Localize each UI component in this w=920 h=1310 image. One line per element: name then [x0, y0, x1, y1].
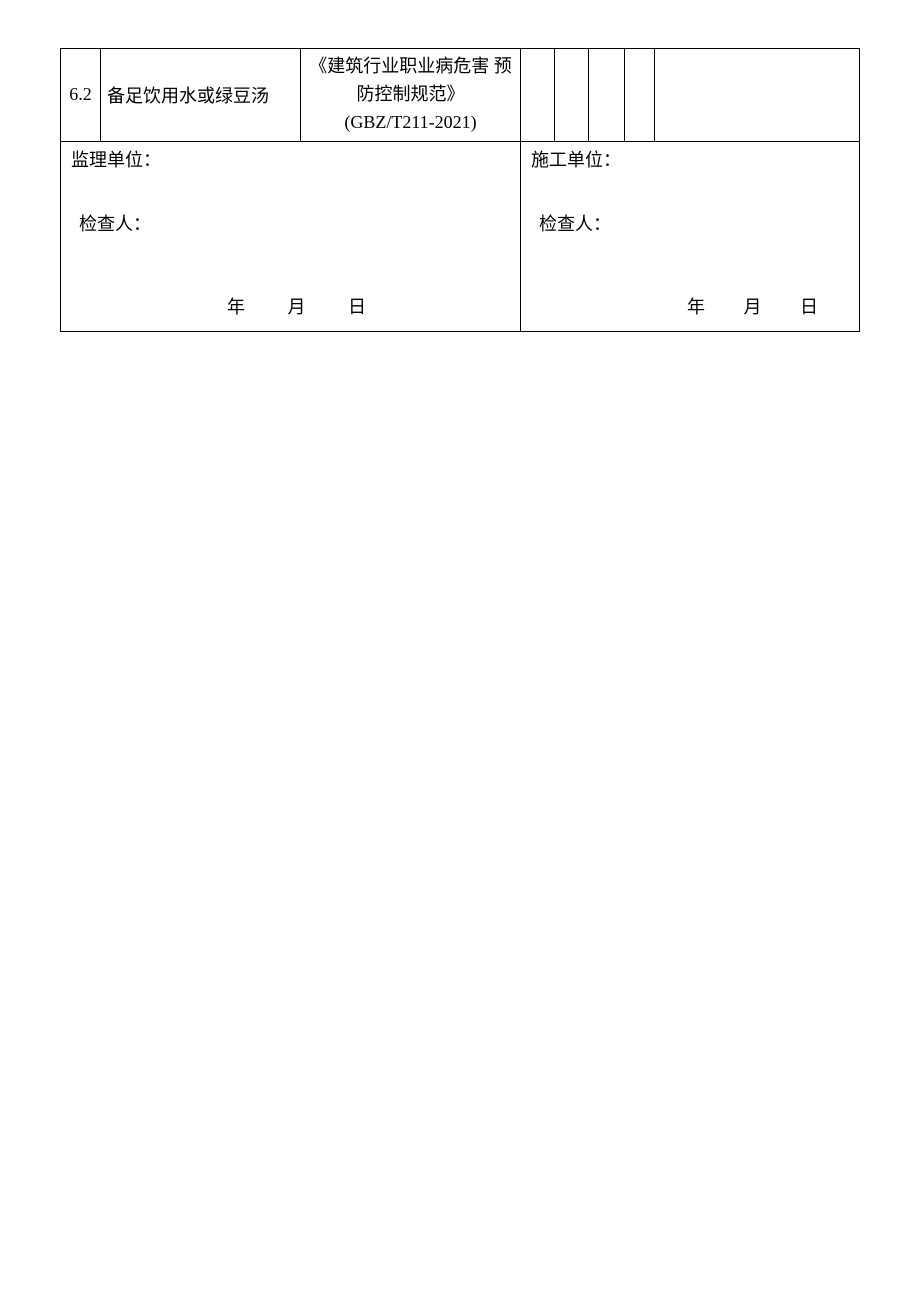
- day-label: 日: [348, 297, 366, 317]
- item-description: 备足饮用水或绿豆汤: [101, 49, 301, 142]
- day-label: 日: [800, 297, 818, 317]
- standard-line: (GBZ/T211-2021): [307, 109, 514, 137]
- table-row: 6.2 备足饮用水或绿豆汤 《建筑行业职业病危害 预 防控制规范》 (GBZ/T…: [61, 49, 860, 142]
- empty-cell: [625, 49, 655, 142]
- supervisor-sign-cell: 监理单位： 检查人： 年 月 日: [61, 141, 521, 331]
- standard-line: 防控制规范》: [307, 81, 514, 109]
- date-line: 年 月 日: [527, 293, 853, 319]
- empty-cell: [521, 49, 555, 142]
- year-label: 年: [227, 297, 245, 317]
- date-line: 年 月 日: [67, 293, 514, 319]
- year-label: 年: [687, 297, 705, 317]
- inspector-label: 检查人：: [539, 210, 853, 236]
- supervisor-unit-label: 监理单位：: [71, 146, 514, 172]
- empty-cell: [555, 49, 589, 142]
- contractor-unit-label: 施工单位：: [531, 146, 853, 172]
- month-label: 月: [288, 297, 306, 317]
- signature-row: 监理单位： 检查人： 年 月 日 施工单位： 检查人： 年 月 日: [61, 141, 860, 331]
- contractor-sign-cell: 施工单位： 检查人： 年 月 日: [521, 141, 860, 331]
- item-number: 6.2: [61, 49, 101, 142]
- empty-cell: [655, 49, 860, 142]
- inspector-label: 检查人：: [79, 210, 514, 236]
- item-standard: 《建筑行业职业病危害 预 防控制规范》 (GBZ/T211-2021): [301, 49, 521, 142]
- form-table: 6.2 备足饮用水或绿豆汤 《建筑行业职业病危害 预 防控制规范》 (GBZ/T…: [60, 48, 860, 332]
- empty-cell: [589, 49, 625, 142]
- standard-line: 《建筑行业职业病危害 预: [307, 53, 514, 81]
- month-label: 月: [744, 297, 762, 317]
